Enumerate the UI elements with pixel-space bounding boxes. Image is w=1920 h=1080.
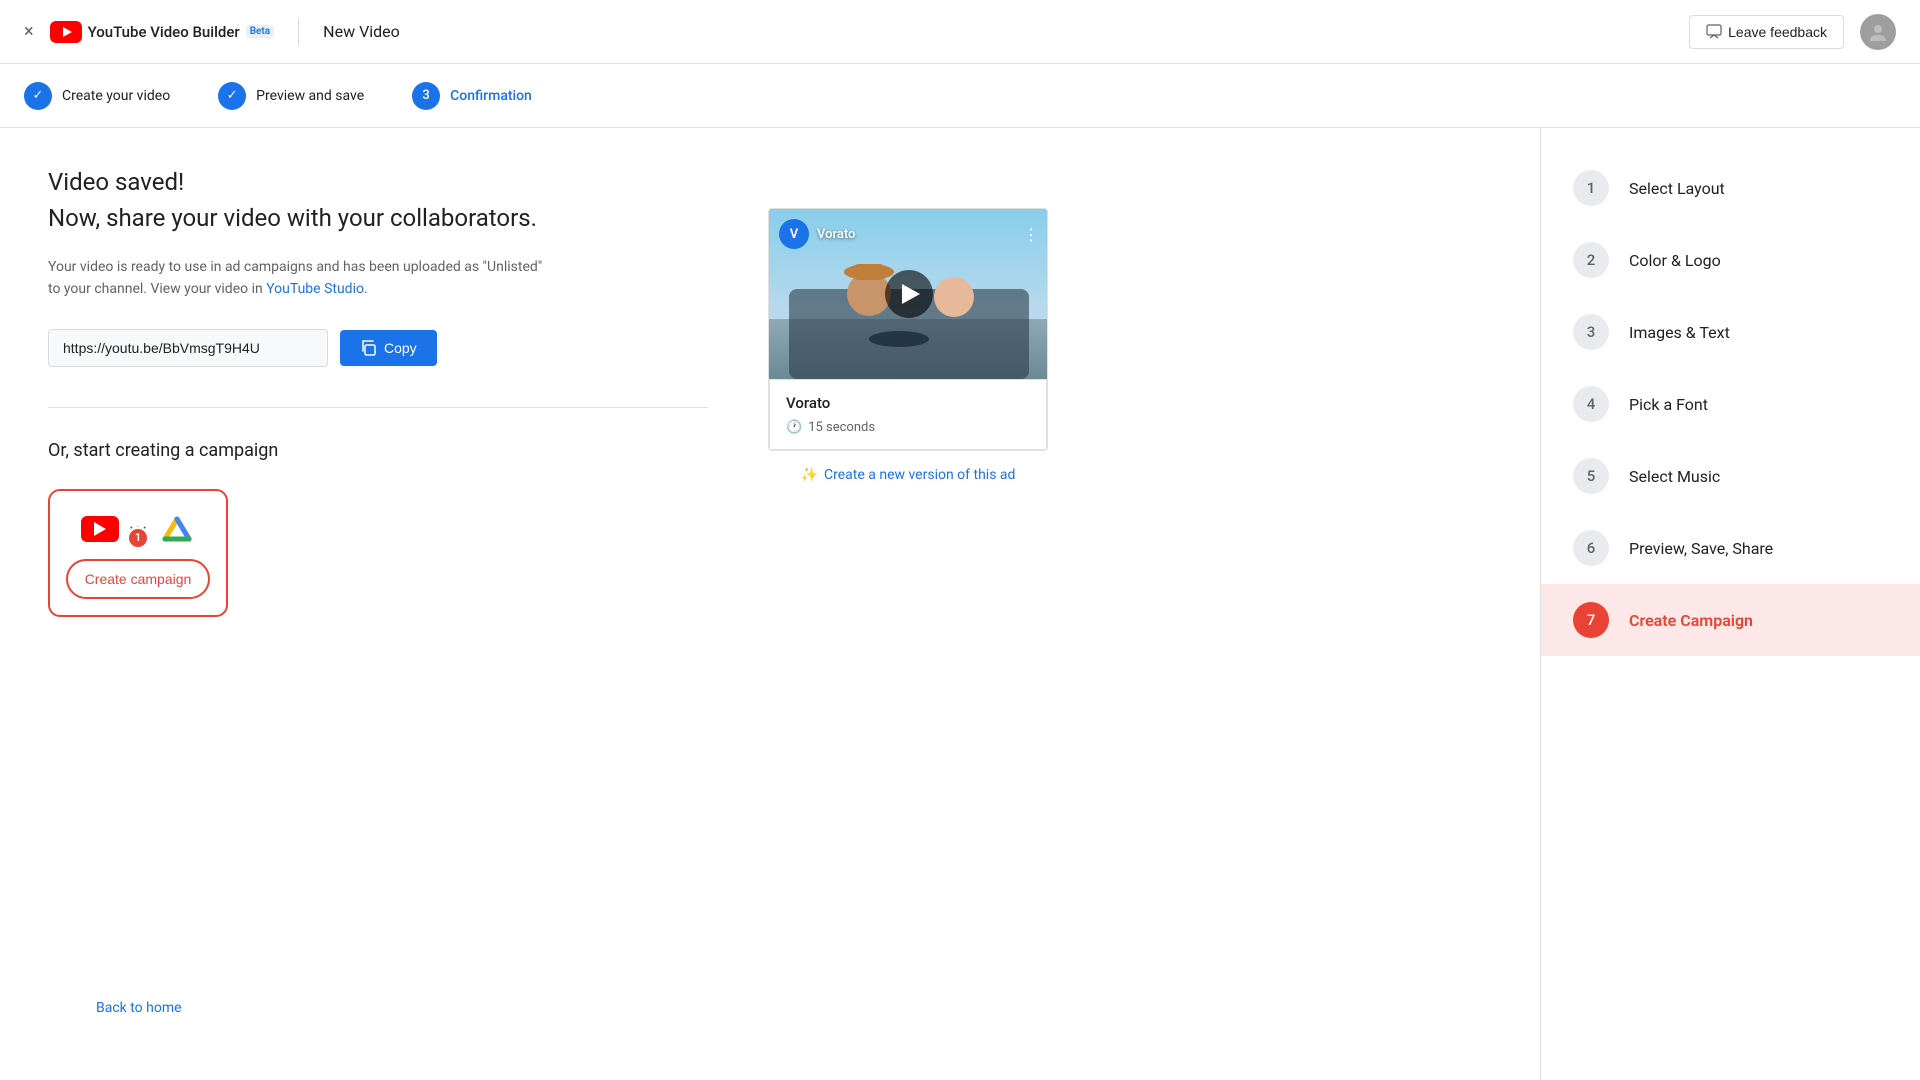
youtube-logo-icon [50,21,82,43]
sidebar-step-4-label: Pick a Font [1629,395,1708,414]
sidebar-step-2-label: Color & Logo [1629,251,1721,270]
video-saved-title: Video saved! [48,168,708,196]
duration-value: 15 seconds [808,420,875,435]
video-channel-bar: V Vorato ⋮ [779,219,1039,249]
video-url-input[interactable] [48,329,328,367]
progress-bar: ✓ Create your video ✓ Preview and save 3… [0,64,1920,128]
sidebar-step-1-circle: 1 [1573,170,1609,206]
sidebar-step-6[interactable]: 6 Preview, Save, Share [1541,512,1920,584]
video-title: Vorato [786,394,1030,412]
step-1-label: Create your video [62,88,170,104]
logo-area: YouTube Video Builder Beta New Video [50,18,400,46]
magic-wand-icon: ✨ [801,467,818,483]
section-divider [48,407,708,408]
video-thumbnail: V Vorato ⋮ [769,209,1048,379]
video-saved-description: Your video is ready to use in ad campaig… [48,256,568,301]
sidebar-step-7-circle: 7 [1573,602,1609,638]
video-duration: 🕐 15 seconds [786,420,1030,435]
more-options-icon[interactable]: ⋮ [1023,225,1039,244]
close-button[interactable]: × [24,21,34,42]
main-layout: Video saved! Now, share your video with … [0,128,1920,1080]
google-ads-icon [159,511,195,547]
step-2[interactable]: ✓ Preview and save [218,82,364,110]
youtube-logo: YouTube Video Builder Beta [50,21,275,43]
step-1[interactable]: ✓ Create your video [24,82,170,110]
sidebar-step-3-circle: 3 [1573,314,1609,350]
user-avatar[interactable] [1860,14,1896,50]
create-new-version-label: Create a new version of this ad [824,467,1015,483]
sidebar-step-4-circle: 4 [1573,386,1609,422]
copy-label: Copy [384,340,417,356]
youtube-studio-link[interactable]: YouTube Studio. [266,281,367,297]
sidebar-step-5-circle: 5 [1573,458,1609,494]
sidebar-step-7-label: Create Campaign [1629,611,1753,630]
avatar-icon [1867,21,1889,43]
step-3[interactable]: 3 Confirmation [412,82,532,110]
sidebar-step-6-circle: 6 [1573,530,1609,566]
notification-badge: 1 [127,527,149,549]
back-to-home-link[interactable]: Back to home [96,1000,182,1016]
play-triangle [94,522,106,536]
leave-feedback-button[interactable]: Leave feedback [1689,15,1844,49]
create-new-version-link[interactable]: ✨ Create a new version of this ad [768,467,1048,483]
right-sidebar: 1 Select Layout 2 Color & Logo 3 Images … [1540,128,1920,1080]
step-1-circle: ✓ [24,82,52,110]
sidebar-step-2-circle: 2 [1573,242,1609,278]
header-right: Leave feedback [1689,14,1896,50]
play-button[interactable] [885,270,933,318]
sidebar-step-1[interactable]: 1 Select Layout [1541,152,1920,224]
step-2-label: Preview and save [256,88,364,104]
header-title: New Video [323,22,400,41]
video-info-card: Vorato 🕐 15 seconds [769,379,1047,450]
clock-icon: 🕐 [786,420,802,435]
sidebar-step-5[interactable]: 5 Select Music [1541,440,1920,512]
desc-text-2: to your channel. View your video in [48,281,263,297]
sidebar-step-5-label: Select Music [1629,467,1720,486]
youtube-small-icon [81,516,119,542]
campaign-section-title: Or, start creating a campaign [48,440,708,461]
video-saved-subtitle: Now, share your video with your collabor… [48,204,708,232]
sidebar-step-4[interactable]: 4 Pick a Font [1541,368,1920,440]
copy-button[interactable]: Copy [340,330,437,366]
sidebar-step-3-label: Images & Text [1629,323,1730,342]
content-area: Video saved! Now, share your video with … [0,128,1540,1080]
url-copy-row: Copy [48,329,708,367]
channel-name: Vorato [817,227,855,242]
channel-info: V Vorato [779,219,855,249]
step-2-circle: ✓ [218,82,246,110]
feedback-icon [1706,24,1722,40]
left-content: Video saved! Now, share your video with … [48,168,708,1040]
logo-text: YouTube Video Builder [88,23,240,41]
step-3-circle: 3 [412,82,440,110]
copy-icon [360,340,376,356]
feedback-label: Leave feedback [1728,24,1827,40]
beta-badge: Beta [246,25,274,38]
sidebar-step-7[interactable]: 7 Create Campaign [1541,584,1920,656]
sidebar-step-1-label: Select Layout [1629,179,1725,198]
video-card: V Vorato ⋮ Vorato 🕐 15 [768,208,1048,451]
video-preview-panel: V Vorato ⋮ Vorato 🕐 15 [768,208,1048,1040]
desc-text-1: Your video is ready to use in ad campaig… [48,259,542,275]
sidebar-step-3[interactable]: 3 Images & Text [1541,296,1920,368]
channel-avatar: V [779,219,809,249]
step-3-label: Confirmation [450,88,532,104]
sidebar-step-2[interactable]: 2 Color & Logo [1541,224,1920,296]
sidebar-step-6-label: Preview, Save, Share [1629,539,1773,558]
header: × YouTube Video Builder Beta New Video L… [0,0,1920,64]
play-triangle [902,284,920,304]
header-divider [298,18,299,46]
create-campaign-button[interactable]: Create campaign [66,559,210,599]
create-new-version: ✨ Create a new version of this ad [768,467,1048,483]
campaign-card: ··· 1 Create campaign [48,489,228,617]
